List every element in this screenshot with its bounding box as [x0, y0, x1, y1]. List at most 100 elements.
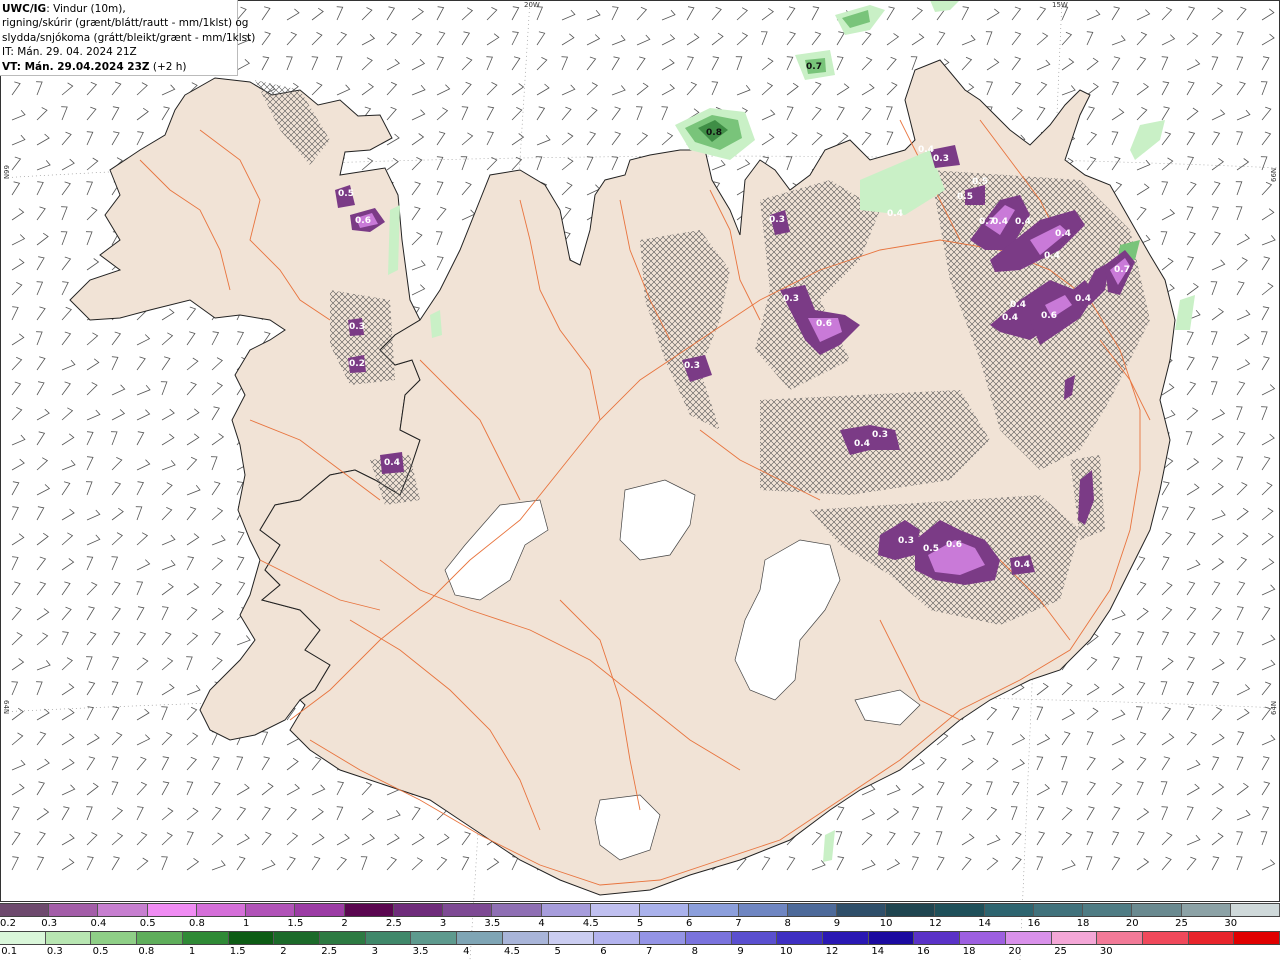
wind-barb [186, 732, 199, 746]
wind-barb [886, 106, 893, 121]
wind-barb [1211, 783, 1225, 796]
wind-barb [1236, 756, 1244, 771]
wind-barb [36, 660, 51, 671]
wind-barb [535, 156, 543, 171]
wind-barb [1186, 282, 1199, 296]
wind-barb [786, 56, 794, 71]
wind-barb [1261, 859, 1276, 871]
wind-barb [1036, 682, 1049, 696]
wind-barb [36, 758, 50, 771]
precip-label: 0.5 [338, 189, 354, 199]
wind-barb [61, 708, 75, 721]
legend-tick-label: 18 [962, 946, 976, 957]
wind-barb [211, 607, 224, 621]
wind-barb [11, 783, 25, 796]
wind-barb [761, 31, 768, 46]
wind-barb [861, 31, 872, 46]
wind-barb [1161, 832, 1173, 846]
legend-tick-label: 25 [1175, 918, 1188, 929]
wind-barb [111, 832, 124, 846]
legend-tick-label: 2 [341, 918, 348, 929]
wind-barb [111, 131, 120, 146]
wind-barb [186, 756, 197, 771]
legend-tick-label: 2 [280, 946, 287, 957]
wind-barb [1211, 109, 1226, 121]
wind-barb [1261, 208, 1275, 221]
legend-swatch [685, 932, 732, 944]
wind-barb [111, 481, 122, 496]
wind-barb [1261, 106, 1272, 121]
wind-barb [436, 6, 445, 21]
wind-barb [961, 757, 974, 771]
wind-barb [286, 56, 293, 71]
wind-barb [236, 783, 250, 796]
wind-barb [661, 9, 676, 21]
legend-tick-label: 1.5 [287, 918, 304, 929]
wind-barb [286, 856, 296, 871]
wind-barb [336, 781, 345, 796]
wind-barb [161, 832, 173, 846]
wind-barb [486, 157, 498, 171]
wind-barb [61, 158, 75, 171]
wind-barb [1086, 9, 1101, 21]
wind-barb [1261, 282, 1274, 296]
precip-label: 0.8 [706, 128, 722, 138]
wind-barb [886, 33, 900, 46]
wind-barb [1111, 831, 1120, 846]
wind-barb [461, 181, 472, 196]
wind-barb [1236, 333, 1250, 346]
wind-barb [36, 484, 51, 496]
wind-barb [911, 758, 925, 771]
wind-barb [36, 381, 45, 396]
wind-barb [36, 181, 44, 196]
wind-barb [586, 10, 601, 21]
wind-barb [1261, 356, 1270, 371]
wind-barb [661, 58, 675, 71]
wind-barb [61, 381, 71, 396]
wind-barb [11, 434, 26, 446]
legend-swatch [492, 904, 542, 916]
wind-barb [661, 84, 675, 96]
wind-barb [1235, 206, 1243, 221]
legend-tick-label: 1 [188, 946, 196, 957]
wind-barb [1086, 831, 1094, 846]
wind-barb [1161, 756, 1171, 771]
precip-label: 0.4 [1014, 560, 1030, 570]
wind-barb [586, 56, 597, 71]
wind-barb [86, 258, 100, 271]
wind-barb [161, 507, 173, 521]
wind-barb [986, 81, 993, 96]
wind-barb [1261, 634, 1276, 646]
wind-barb [411, 133, 425, 146]
wind-barb [111, 856, 120, 871]
wind-barb [1086, 731, 1094, 746]
wind-barb [186, 331, 196, 346]
legend-swatch [914, 932, 961, 944]
wind-barb [436, 56, 445, 71]
wind-barb [11, 356, 23, 371]
wind-barb [1211, 510, 1226, 521]
wind-barb [861, 131, 872, 146]
wind-barb [1261, 507, 1274, 521]
legend-swatch [787, 904, 837, 916]
wind-barb [1086, 781, 1096, 796]
legend-tick-label: 5 [554, 946, 561, 957]
wind-barb [186, 533, 200, 546]
wind-barb [386, 106, 397, 121]
wind-barb [11, 234, 26, 246]
precip-label: 0.4 [1044, 251, 1060, 261]
wind-barb [1161, 6, 1173, 21]
wind-barb [1261, 256, 1271, 271]
wind-barb [36, 581, 47, 596]
wind-barb [1161, 106, 1170, 121]
wind-barb [336, 833, 350, 846]
legend-tick-label: 2.5 [321, 946, 338, 957]
wind-barb [386, 59, 400, 71]
wind-barb [86, 81, 98, 96]
wind-barb [11, 856, 19, 871]
wind-barb [111, 356, 119, 371]
wind-barb [1086, 57, 1099, 71]
wind-barb [211, 806, 222, 821]
precip-label: 0.4 [1055, 229, 1071, 239]
wind-barb [886, 808, 900, 821]
